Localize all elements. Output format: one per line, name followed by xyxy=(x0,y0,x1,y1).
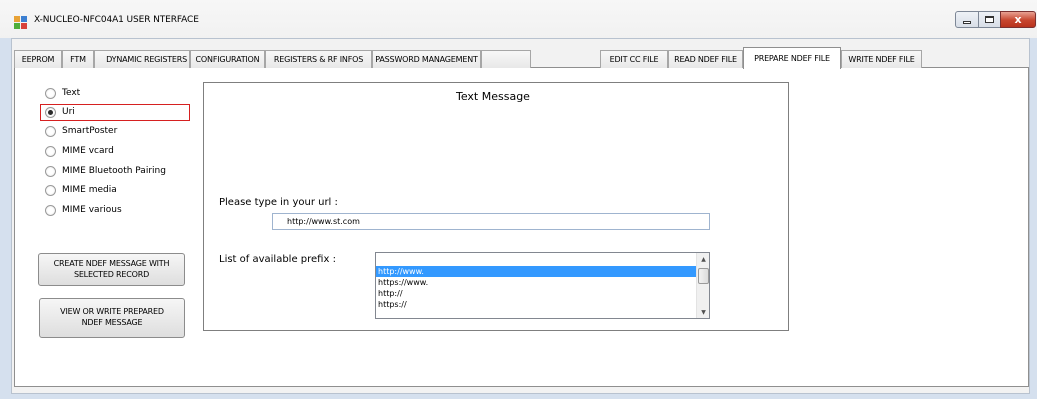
url-label: Please type in your url : xyxy=(219,197,338,208)
minimize-button[interactable] xyxy=(955,11,979,28)
radio-label: MIME media xyxy=(62,185,117,195)
list-item[interactable]: http:// xyxy=(376,288,696,299)
url-input[interactable] xyxy=(272,213,710,230)
radio-button-icon[interactable] xyxy=(45,204,56,216)
app-icon[interactable] xyxy=(14,16,28,30)
radio-label: MIME vcard xyxy=(62,146,114,156)
radio-button-icon[interactable] xyxy=(45,145,56,157)
tab-write-ndef-file[interactable]: WRITE NDEF FILE xyxy=(841,50,922,68)
list-item[interactable]: https:// xyxy=(376,299,696,310)
listbox-scrollbar[interactable]: ▲ ▼ xyxy=(696,253,709,318)
tab-dynamic-registers[interactable]: DYNAMIC REGISTERS xyxy=(94,50,190,68)
radio-mime-bluetooth-pairing[interactable]: MIME Bluetooth Pairing xyxy=(45,163,166,179)
scroll-down-icon[interactable]: ▼ xyxy=(697,306,709,318)
tab-eeprom[interactable]: EEPROM xyxy=(14,50,62,68)
radio-mime-various[interactable]: MIME various xyxy=(45,202,122,218)
radio-text[interactable]: Text xyxy=(45,85,80,101)
title-bar[interactable]: X-NUCLEO-NFC04A1 USER NTERFACE x xyxy=(0,0,1037,38)
window-frame-right xyxy=(1030,38,1037,399)
scroll-up-icon[interactable]: ▲ xyxy=(697,253,709,265)
maximize-button[interactable] xyxy=(978,11,1001,28)
tab-ftm[interactable]: FTM xyxy=(62,50,94,68)
create-ndef-message-button[interactable]: CREATE NDEF MESSAGE WITH SELECTED RECORD xyxy=(38,253,185,286)
tab-configuration[interactable]: CONFIGURATION xyxy=(190,50,265,68)
list-item[interactable]: http://www. xyxy=(376,266,696,277)
view-or-write-ndef-message-button[interactable]: VIEW OR WRITE PREPARED NDEF MESSAGE xyxy=(39,298,185,338)
minimize-icon xyxy=(963,20,971,24)
scrollbar-thumb[interactable] xyxy=(698,268,709,284)
group-title: Text Message xyxy=(456,90,530,103)
radio-label: Text xyxy=(62,88,81,98)
radio-button-icon[interactable] xyxy=(45,165,56,177)
tab-unlabeled[interactable] xyxy=(481,50,531,68)
tab-read-ndef-file[interactable]: READ NDEF FILE xyxy=(668,50,743,68)
tab-password-management[interactable]: PASSWORD MANAGEMENT xyxy=(372,50,481,68)
radio-button-icon[interactable] xyxy=(45,87,56,99)
radio-button-checked-icon[interactable] xyxy=(45,106,56,118)
close-button[interactable]: x xyxy=(1000,11,1036,28)
radio-smartposter[interactable]: SmartPoster xyxy=(45,123,117,139)
tab-prepare-ndef-file[interactable]: PREPARE NDEF FILE xyxy=(743,47,841,69)
tab-registers-rf-infos[interactable]: REGISTERS & RF INFOS xyxy=(265,50,372,68)
radio-label: Uri xyxy=(62,107,75,117)
maximize-icon xyxy=(985,16,994,23)
radio-mime-media[interactable]: MIME media xyxy=(45,182,117,198)
radio-uri[interactable]: Uri xyxy=(45,104,75,120)
prefix-label: List of available prefix : xyxy=(219,254,336,265)
radio-button-icon[interactable] xyxy=(45,125,56,137)
prefix-listbox[interactable]: http://www. https://www. http:// https:/… xyxy=(375,252,710,319)
radio-mime-vcard[interactable]: MIME vcard xyxy=(45,143,114,159)
window-title: X-NUCLEO-NFC04A1 USER NTERFACE xyxy=(34,15,199,25)
radio-label: SmartPoster xyxy=(62,126,118,136)
radio-button-icon[interactable] xyxy=(45,184,56,196)
window-frame-left xyxy=(0,38,11,399)
radio-label: MIME Bluetooth Pairing xyxy=(62,166,166,176)
list-item[interactable]: https://www. xyxy=(376,277,696,288)
close-icon: x xyxy=(1014,13,1022,26)
tab-edit-cc-file[interactable]: EDIT CC FILE xyxy=(600,50,668,68)
window-frame-bottom xyxy=(0,394,1037,399)
radio-label: MIME various xyxy=(62,205,122,215)
